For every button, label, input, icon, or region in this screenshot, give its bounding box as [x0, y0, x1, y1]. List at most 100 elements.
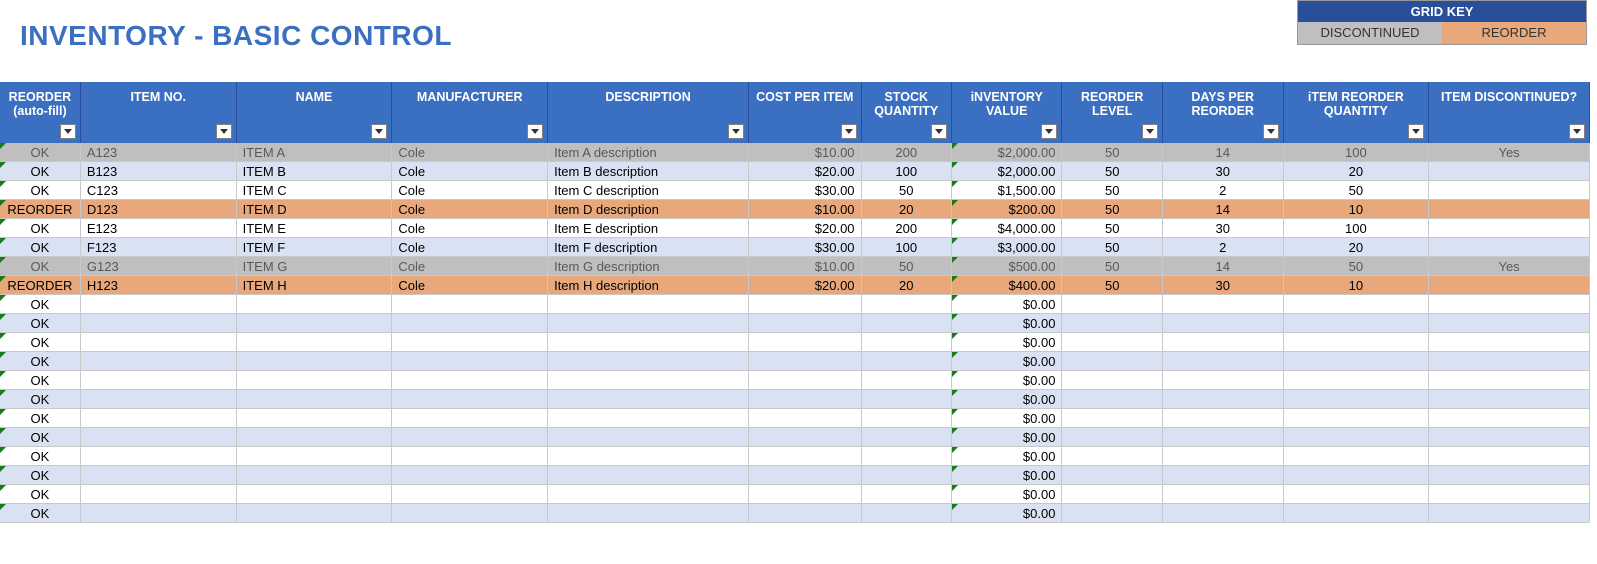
cell-rlevel[interactable] — [1062, 371, 1162, 390]
cell-rlevel[interactable] — [1062, 409, 1162, 428]
cell-name[interactable] — [236, 352, 392, 371]
cell-reorder[interactable]: OK — [0, 371, 80, 390]
cell-rqty[interactable]: 20 — [1283, 162, 1429, 181]
cell-days[interactable] — [1162, 447, 1283, 466]
cell-description[interactable]: Item D description — [548, 200, 749, 219]
cell-manufacturer[interactable]: Cole — [392, 238, 548, 257]
cell-rlevel[interactable] — [1062, 314, 1162, 333]
cell-description[interactable] — [548, 485, 749, 504]
cell-description[interactable] — [548, 447, 749, 466]
cell-reorder[interactable]: OK — [0, 219, 80, 238]
cell-value[interactable]: $0.00 — [951, 390, 1062, 409]
cell-rqty[interactable] — [1283, 485, 1429, 504]
cell-value[interactable]: $500.00 — [951, 257, 1062, 276]
cell-stock[interactable] — [861, 504, 951, 523]
cell-rqty[interactable] — [1283, 504, 1429, 523]
cell-value[interactable]: $200.00 — [951, 200, 1062, 219]
cell-days[interactable]: 30 — [1162, 162, 1283, 181]
cell-rlevel[interactable]: 50 — [1062, 143, 1162, 162]
cell-cost[interactable] — [749, 485, 862, 504]
cell-stock[interactable] — [861, 390, 951, 409]
cell-cost[interactable] — [749, 447, 862, 466]
cell-disc[interactable] — [1429, 371, 1590, 390]
filter-dropdown-icon[interactable] — [216, 124, 232, 139]
cell-manufacturer[interactable]: Cole — [392, 181, 548, 200]
col-filter-value[interactable] — [951, 121, 1062, 143]
cell-rqty[interactable]: 10 — [1283, 276, 1429, 295]
cell-rlevel[interactable] — [1062, 333, 1162, 352]
cell-disc[interactable] — [1429, 466, 1590, 485]
cell-rqty[interactable] — [1283, 295, 1429, 314]
cell-item_no[interactable] — [80, 295, 236, 314]
cell-value[interactable]: $1,500.00 — [951, 181, 1062, 200]
cell-item_no[interactable]: H123 — [80, 276, 236, 295]
cell-reorder[interactable]: OK — [0, 238, 80, 257]
cell-days[interactable] — [1162, 314, 1283, 333]
cell-cost[interactable] — [749, 371, 862, 390]
filter-dropdown-icon[interactable] — [1142, 124, 1158, 139]
cell-stock[interactable] — [861, 295, 951, 314]
cell-days[interactable]: 2 — [1162, 238, 1283, 257]
cell-disc[interactable] — [1429, 295, 1590, 314]
cell-description[interactable] — [548, 295, 749, 314]
col-filter-manufacturer[interactable] — [392, 121, 548, 143]
cell-rlevel[interactable]: 50 — [1062, 238, 1162, 257]
col-filter-rqty[interactable] — [1283, 121, 1429, 143]
cell-manufacturer[interactable]: Cole — [392, 257, 548, 276]
cell-manufacturer[interactable]: Cole — [392, 219, 548, 238]
cell-item_no[interactable]: F123 — [80, 238, 236, 257]
cell-stock[interactable]: 20 — [861, 276, 951, 295]
cell-description[interactable] — [548, 333, 749, 352]
cell-name[interactable] — [236, 485, 392, 504]
cell-stock[interactable]: 100 — [861, 162, 951, 181]
cell-manufacturer[interactable] — [392, 333, 548, 352]
cell-description[interactable]: Item A description — [548, 143, 749, 162]
cell-item_no[interactable] — [80, 314, 236, 333]
cell-description[interactable]: Item B description — [548, 162, 749, 181]
cell-stock[interactable]: 50 — [861, 181, 951, 200]
cell-item_no[interactable] — [80, 504, 236, 523]
cell-reorder[interactable]: OK — [0, 314, 80, 333]
cell-days[interactable] — [1162, 295, 1283, 314]
cell-reorder[interactable]: OK — [0, 485, 80, 504]
cell-cost[interactable]: $20.00 — [749, 219, 862, 238]
cell-stock[interactable] — [861, 314, 951, 333]
cell-rqty[interactable] — [1283, 371, 1429, 390]
cell-reorder[interactable]: OK — [0, 333, 80, 352]
cell-item_no[interactable] — [80, 333, 236, 352]
cell-name[interactable]: ITEM E — [236, 219, 392, 238]
cell-rlevel[interactable] — [1062, 390, 1162, 409]
cell-manufacturer[interactable] — [392, 409, 548, 428]
cell-description[interactable] — [548, 409, 749, 428]
cell-item_no[interactable] — [80, 390, 236, 409]
cell-cost[interactable] — [749, 352, 862, 371]
cell-manufacturer[interactable] — [392, 447, 548, 466]
cell-rlevel[interactable]: 50 — [1062, 200, 1162, 219]
cell-disc[interactable] — [1429, 219, 1590, 238]
cell-name[interactable]: ITEM H — [236, 276, 392, 295]
cell-item_no[interactable] — [80, 447, 236, 466]
cell-cost[interactable]: $10.00 — [749, 200, 862, 219]
cell-rqty[interactable]: 10 — [1283, 200, 1429, 219]
cell-name[interactable] — [236, 333, 392, 352]
cell-reorder[interactable]: OK — [0, 352, 80, 371]
cell-description[interactable] — [548, 504, 749, 523]
col-filter-stock[interactable] — [861, 121, 951, 143]
cell-description[interactable]: Item F description — [548, 238, 749, 257]
cell-item_no[interactable]: E123 — [80, 219, 236, 238]
cell-cost[interactable]: $30.00 — [749, 238, 862, 257]
col-filter-description[interactable] — [548, 121, 749, 143]
cell-days[interactable]: 2 — [1162, 181, 1283, 200]
cell-name[interactable] — [236, 390, 392, 409]
cell-rqty[interactable] — [1283, 314, 1429, 333]
cell-disc[interactable] — [1429, 162, 1590, 181]
cell-disc[interactable] — [1429, 409, 1590, 428]
cell-name[interactable]: ITEM G — [236, 257, 392, 276]
cell-name[interactable] — [236, 409, 392, 428]
cell-rlevel[interactable]: 50 — [1062, 276, 1162, 295]
cell-days[interactable]: 30 — [1162, 219, 1283, 238]
cell-days[interactable]: 14 — [1162, 200, 1283, 219]
cell-days[interactable] — [1162, 504, 1283, 523]
cell-manufacturer[interactable] — [392, 485, 548, 504]
col-filter-reorder[interactable] — [0, 121, 80, 143]
